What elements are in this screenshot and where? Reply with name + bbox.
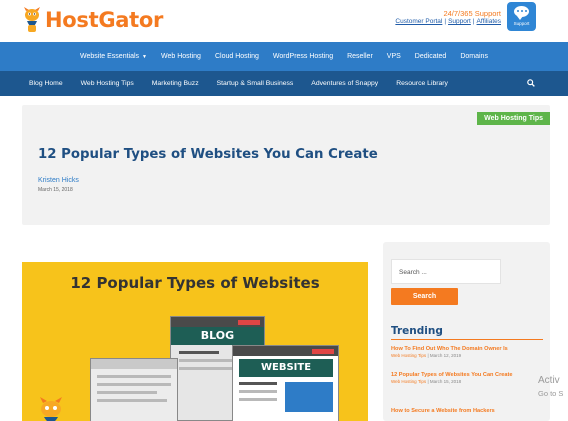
- post-title: 12 Popular Types of Websites You Can Cre…: [38, 147, 378, 162]
- trending-item-title[interactable]: How To Find Out Who The Domain Owner Is: [391, 345, 543, 353]
- main-nav: Website Essentials ▼ Web Hosting Cloud Ho…: [0, 42, 568, 71]
- site-header: HostGator 24/7/365 Support Customer Port…: [0, 0, 568, 42]
- website-illustration: WEBSITE: [232, 345, 339, 421]
- nav-item-reseller[interactable]: Reseller: [347, 53, 373, 60]
- sidebar-search-input[interactable]: Search ...: [391, 259, 501, 284]
- affiliates-link[interactable]: Affiliates: [477, 18, 501, 25]
- support-hours: 24/7/365 Support: [443, 9, 501, 18]
- post-date: March 15, 2018: [38, 187, 73, 193]
- category-tag[interactable]: Web Hosting Tips: [477, 112, 550, 125]
- trending-item-category[interactable]: Web Hosting Tips: [391, 353, 426, 358]
- customer-portal-link[interactable]: Customer Portal: [395, 18, 442, 25]
- trending-item[interactable]: 12 Popular Types of Websites You Can Cre…: [391, 371, 543, 384]
- trending-item[interactable]: How To Find Out Who The Domain Owner Is …: [391, 345, 543, 358]
- sidebar: Search ... Search Trending How To Find O…: [383, 242, 550, 421]
- support-chat-button[interactable]: Support: [507, 2, 536, 31]
- blog-nav-home[interactable]: Blog Home: [0, 80, 72, 87]
- page-illustration: [90, 358, 178, 421]
- divider: [391, 339, 543, 340]
- nav-item-dedicated[interactable]: Dedicated: [415, 53, 447, 60]
- gator-mascot-icon: [40, 397, 62, 421]
- blog-nav-web-hosting-tips[interactable]: Web Hosting Tips: [72, 80, 143, 87]
- blog-nav-snappy[interactable]: Adventures of Snappy: [302, 80, 387, 87]
- hostgator-logo[interactable]: HostGator: [22, 5, 163, 35]
- activation-watermark: Activ Go to S: [538, 375, 564, 398]
- gator-mascot-icon: [24, 7, 40, 32]
- support-badge-label: Support: [513, 21, 530, 26]
- trending-item-date: March 12, 2019: [429, 353, 462, 358]
- blog-nav: Blog Home Web Hosting Tips Marketing Buz…: [0, 71, 568, 96]
- chat-bubble-icon: [514, 6, 529, 20]
- featured-image-title: 12 Popular Types of Websites: [70, 274, 320, 292]
- nav-item-vps[interactable]: VPS: [387, 53, 401, 60]
- trending-item-date: March 15, 2018: [429, 379, 462, 384]
- nav-item-cloud-hosting[interactable]: Cloud Hosting: [215, 53, 259, 60]
- website-label: WEBSITE: [239, 359, 333, 377]
- trending-item-title[interactable]: 12 Popular Types of Websites You Can Cre…: [391, 371, 543, 379]
- trending-item[interactable]: How to Secure a Website from Hackers: [391, 407, 543, 415]
- nav-item-web-hosting[interactable]: Web Hosting: [161, 53, 201, 60]
- post-author[interactable]: Kristen Hicks: [38, 177, 79, 184]
- trending-heading: Trending: [391, 325, 443, 337]
- support-link[interactable]: Support: [448, 18, 471, 25]
- sidebar-search-button[interactable]: Search: [391, 288, 458, 305]
- trending-item-category[interactable]: Web Hosting Tips: [391, 379, 426, 384]
- nav-item-website-essentials[interactable]: Website Essentials ▼: [80, 53, 147, 60]
- nav-item-domains[interactable]: Domains: [460, 53, 488, 60]
- featured-image: 12 Popular Types of Websites BLOG WEBSIT…: [22, 262, 368, 421]
- nav-item-wordpress-hosting[interactable]: WordPress Hosting: [273, 53, 333, 60]
- logo-text: HostGator: [45, 8, 164, 32]
- blog-nav-resource-library[interactable]: Resource Library: [387, 80, 457, 87]
- search-icon[interactable]: [527, 79, 535, 87]
- blog-label: BLOG: [171, 327, 264, 345]
- trending-item-title[interactable]: How to Secure a Website from Hackers: [391, 407, 543, 415]
- post-header-card: Web Hosting Tips 12 Popular Types of Web…: [22, 105, 550, 225]
- support-info: 24/7/365 Support Customer Portal | Support…: [395, 9, 501, 26]
- blog-nav-marketing-buzz[interactable]: Marketing Buzz: [143, 80, 208, 87]
- chevron-down-icon: ▼: [142, 54, 147, 60]
- blog-nav-startup[interactable]: Startup & Small Business: [208, 80, 303, 87]
